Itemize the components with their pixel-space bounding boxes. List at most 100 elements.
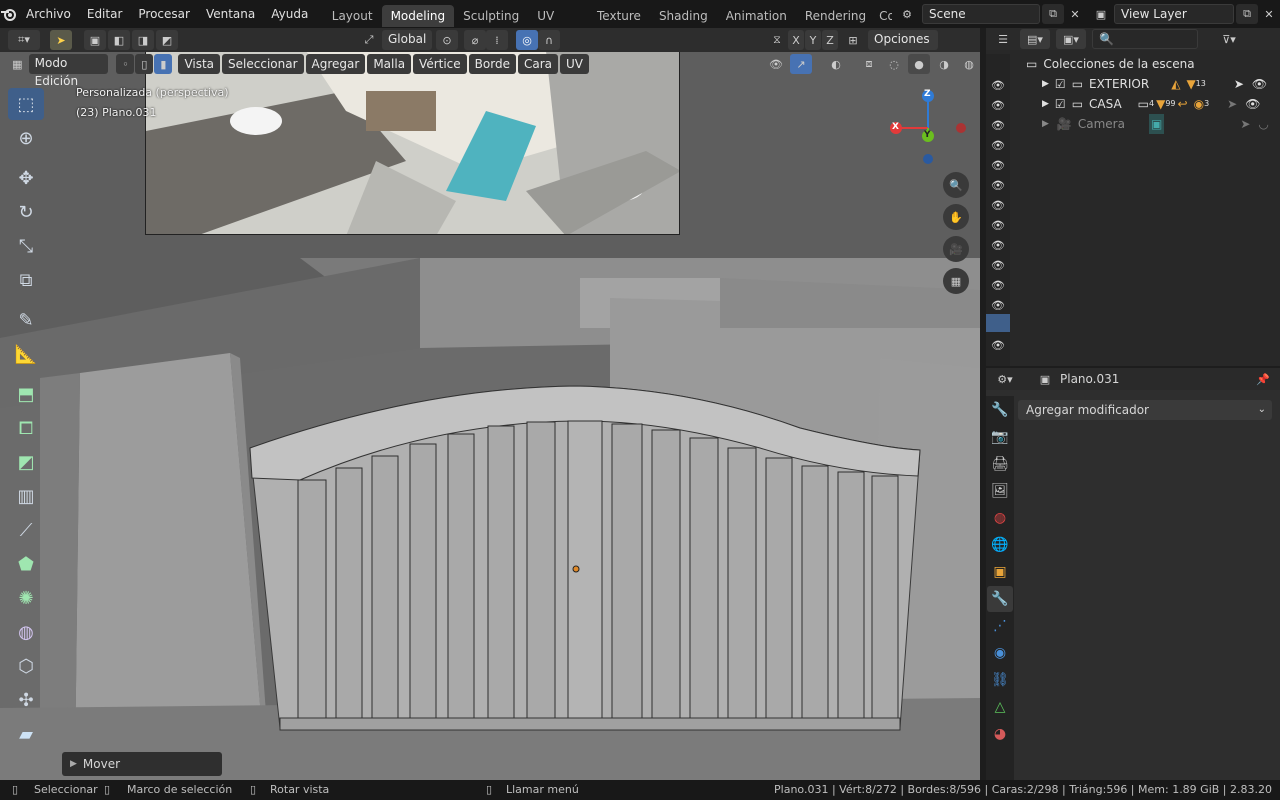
transform-tool-icon[interactable]: ⧉ bbox=[8, 264, 44, 296]
tab-rendering[interactable]: Rendering bbox=[796, 5, 875, 27]
display-mode-icon[interactable]: ▤▾ bbox=[1020, 29, 1050, 49]
bevel-tool-icon[interactable]: ◩ bbox=[8, 446, 44, 478]
knife-tool-icon[interactable]: ⟋ bbox=[8, 514, 44, 546]
visibility-icon[interactable]: 👁 bbox=[765, 54, 787, 74]
last-operator-panel[interactable]: ▶ Mover bbox=[62, 752, 222, 776]
menu-seleccionar[interactable]: Seleccionar bbox=[222, 54, 304, 74]
menu-uv[interactable]: UV bbox=[560, 54, 589, 74]
inset-tool-icon[interactable]: ⧠ bbox=[8, 412, 44, 444]
data-tab-icon[interactable]: △ bbox=[987, 694, 1013, 720]
falloff-icon[interactable]: ∩ bbox=[538, 30, 560, 50]
edge-select-icon[interactable]: ▯ bbox=[135, 54, 154, 74]
outliner-item-camera[interactable]: ▶ 🎥 Camera ▣ ➤ ◡ bbox=[1018, 114, 1278, 134]
select-tool-icon[interactable]: ➤ bbox=[50, 30, 72, 50]
edge-slide-tool-icon[interactable]: ⬡ bbox=[8, 650, 44, 682]
menu-borde[interactable]: Borde bbox=[468, 54, 516, 74]
select-arrow-icon[interactable]: ➤ bbox=[1234, 74, 1244, 94]
shear-tool-icon[interactable]: ▰ bbox=[8, 718, 44, 750]
tab-modeling[interactable]: Modeling bbox=[381, 4, 455, 27]
pin-icon[interactable]: 📌 bbox=[1252, 369, 1274, 389]
menu-malla[interactable]: Malla bbox=[367, 54, 412, 74]
eye-closed-icon[interactable]: ◡ bbox=[1258, 114, 1268, 134]
world-tab-icon[interactable]: 🌐 bbox=[987, 532, 1013, 558]
select-subtract-icon[interactable]: ◨ bbox=[132, 30, 154, 50]
mirror-icon[interactable]: ⧖ bbox=[766, 30, 788, 50]
scene-close-icon[interactable]: ✕ bbox=[1064, 4, 1086, 24]
snap-icon[interactable]: ⌀ bbox=[464, 30, 486, 50]
tab-shading[interactable]: Shading bbox=[650, 5, 717, 27]
outliner-root[interactable]: ▭ Colecciones de la escena bbox=[1018, 54, 1278, 74]
3d-viewport[interactable] bbox=[0, 28, 980, 780]
menu-procesar[interactable]: Procesar bbox=[130, 0, 198, 28]
scene-name-field[interactable]: Scene bbox=[922, 4, 1040, 24]
select-new-icon[interactable]: ▣ bbox=[84, 30, 106, 50]
modifier-tab-icon[interactable]: 🔧 bbox=[987, 586, 1013, 612]
eye-icon[interactable]: 👁 bbox=[1252, 74, 1267, 94]
select-arrow-icon[interactable]: ➤ bbox=[1227, 94, 1237, 114]
shading-solid-icon[interactable]: ● bbox=[908, 54, 930, 74]
tab-sculpting[interactable]: Sculpting bbox=[454, 5, 528, 27]
loop-cut-tool-icon[interactable]: ▥ bbox=[8, 480, 44, 512]
transform-orientation-select[interactable]: Global bbox=[382, 30, 432, 50]
menu-ventana[interactable]: Ventana bbox=[198, 0, 263, 28]
tab-layout[interactable]: Layout bbox=[323, 5, 382, 27]
rotate-tool-icon[interactable]: ↻ bbox=[8, 196, 44, 228]
view-layer-tab-icon[interactable]: 🖼 bbox=[987, 478, 1013, 504]
measure-tool-icon[interactable]: 📐 bbox=[8, 338, 44, 370]
checkbox-icon[interactable]: ☑ bbox=[1055, 74, 1066, 94]
select-box-tool-icon[interactable]: ⬚ bbox=[8, 88, 44, 120]
shading-wireframe-icon[interactable]: ◌ bbox=[883, 54, 905, 74]
menu-agregar[interactable]: Agregar bbox=[305, 54, 366, 74]
view-layer-field[interactable]: View Layer bbox=[1114, 4, 1234, 24]
view-filter-icon[interactable]: ▣▾ bbox=[1056, 29, 1086, 49]
scale-tool-icon[interactable]: ⤡ bbox=[8, 230, 44, 262]
move-tool-icon[interactable]: ✥ bbox=[8, 162, 44, 194]
axis-x-button[interactable]: X bbox=[788, 30, 804, 50]
add-modifier-dropdown[interactable]: Agregar modificador ⌄ bbox=[1018, 400, 1272, 420]
scene-tab-icon[interactable]: ◍ bbox=[987, 505, 1013, 531]
pan-hand-icon[interactable]: ✋ bbox=[943, 204, 969, 230]
perspective-grid-icon[interactable]: ▦ bbox=[943, 268, 969, 294]
menu-ayuda[interactable]: Ayuda bbox=[263, 0, 316, 28]
tab-uv-editing[interactable]: UV Editing bbox=[528, 5, 588, 45]
view-layer-close-icon[interactable]: ✕ bbox=[1258, 4, 1280, 24]
eye-icon[interactable]: 👁 bbox=[1245, 94, 1260, 114]
snap-target-icon[interactable]: ⁞ bbox=[486, 30, 508, 50]
outliner-search-input[interactable]: 🔍 bbox=[1092, 29, 1198, 49]
extrude-tool-icon[interactable]: ⬒ bbox=[8, 378, 44, 410]
expand-arrow-icon[interactable]: ▶ bbox=[1042, 74, 1049, 94]
outliner-type-icon[interactable]: ☰ bbox=[992, 29, 1014, 49]
filter-icon[interactable]: ⊽▾ bbox=[1214, 29, 1244, 49]
navigation-gizmo[interactable]: Z X Y bbox=[886, 86, 966, 166]
smooth-tool-icon[interactable]: ◍ bbox=[8, 616, 44, 648]
auto-merge-icon[interactable]: ⊞ bbox=[842, 30, 864, 50]
material-tab-icon[interactable]: ◕ bbox=[987, 721, 1013, 747]
view-layer-icon[interactable]: ▣ bbox=[1090, 4, 1112, 24]
shading-material-icon[interactable]: ◑ bbox=[933, 54, 955, 74]
scene-icon[interactable]: ⚙ bbox=[896, 4, 918, 24]
particles-tab-icon[interactable]: ⋰ bbox=[987, 613, 1013, 639]
mode-select[interactable]: Modo Edición bbox=[28, 54, 109, 88]
spin-tool-icon[interactable]: ✺ bbox=[8, 582, 44, 614]
properties-type-icon[interactable]: ⚙▾ bbox=[990, 369, 1020, 389]
poly-build-tool-icon[interactable]: ⬟ bbox=[8, 548, 44, 580]
shading-rendered-icon[interactable]: ◍ bbox=[958, 54, 980, 74]
annotate-tool-icon[interactable]: ✎ bbox=[8, 304, 44, 336]
vertex-select-icon[interactable]: ◦ bbox=[116, 54, 135, 74]
overlay-icon[interactable]: ◐ bbox=[825, 54, 847, 74]
select-invert-icon[interactable]: ◩ bbox=[156, 30, 178, 50]
pivot-icon[interactable]: ⊙ bbox=[436, 30, 458, 50]
outliner-item-exterior[interactable]: ▶ ☑ ▭ EXTERIOR ◭ ▼ 13 ➤ 👁 bbox=[1018, 74, 1278, 94]
menu-vista[interactable]: Vista bbox=[178, 54, 221, 74]
face-select-icon[interactable]: ▮ bbox=[154, 54, 173, 74]
select-arrow-icon[interactable]: ➤ bbox=[1240, 114, 1250, 134]
constraints-tab-icon[interactable]: ⛓ bbox=[987, 667, 1013, 693]
menu-cara[interactable]: Cara bbox=[517, 54, 558, 74]
xray-icon[interactable]: ⧈ bbox=[858, 54, 880, 74]
tab-animation[interactable]: Animation bbox=[717, 5, 796, 27]
select-extend-icon[interactable]: ◧ bbox=[108, 30, 130, 50]
menu-vertice[interactable]: Vértice bbox=[413, 54, 467, 74]
camera-view-icon[interactable]: 🎥 bbox=[943, 236, 969, 262]
menu-archivo[interactable]: Archivo bbox=[18, 0, 79, 28]
editor-type-icon[interactable]: ⌗▾ bbox=[8, 30, 40, 50]
